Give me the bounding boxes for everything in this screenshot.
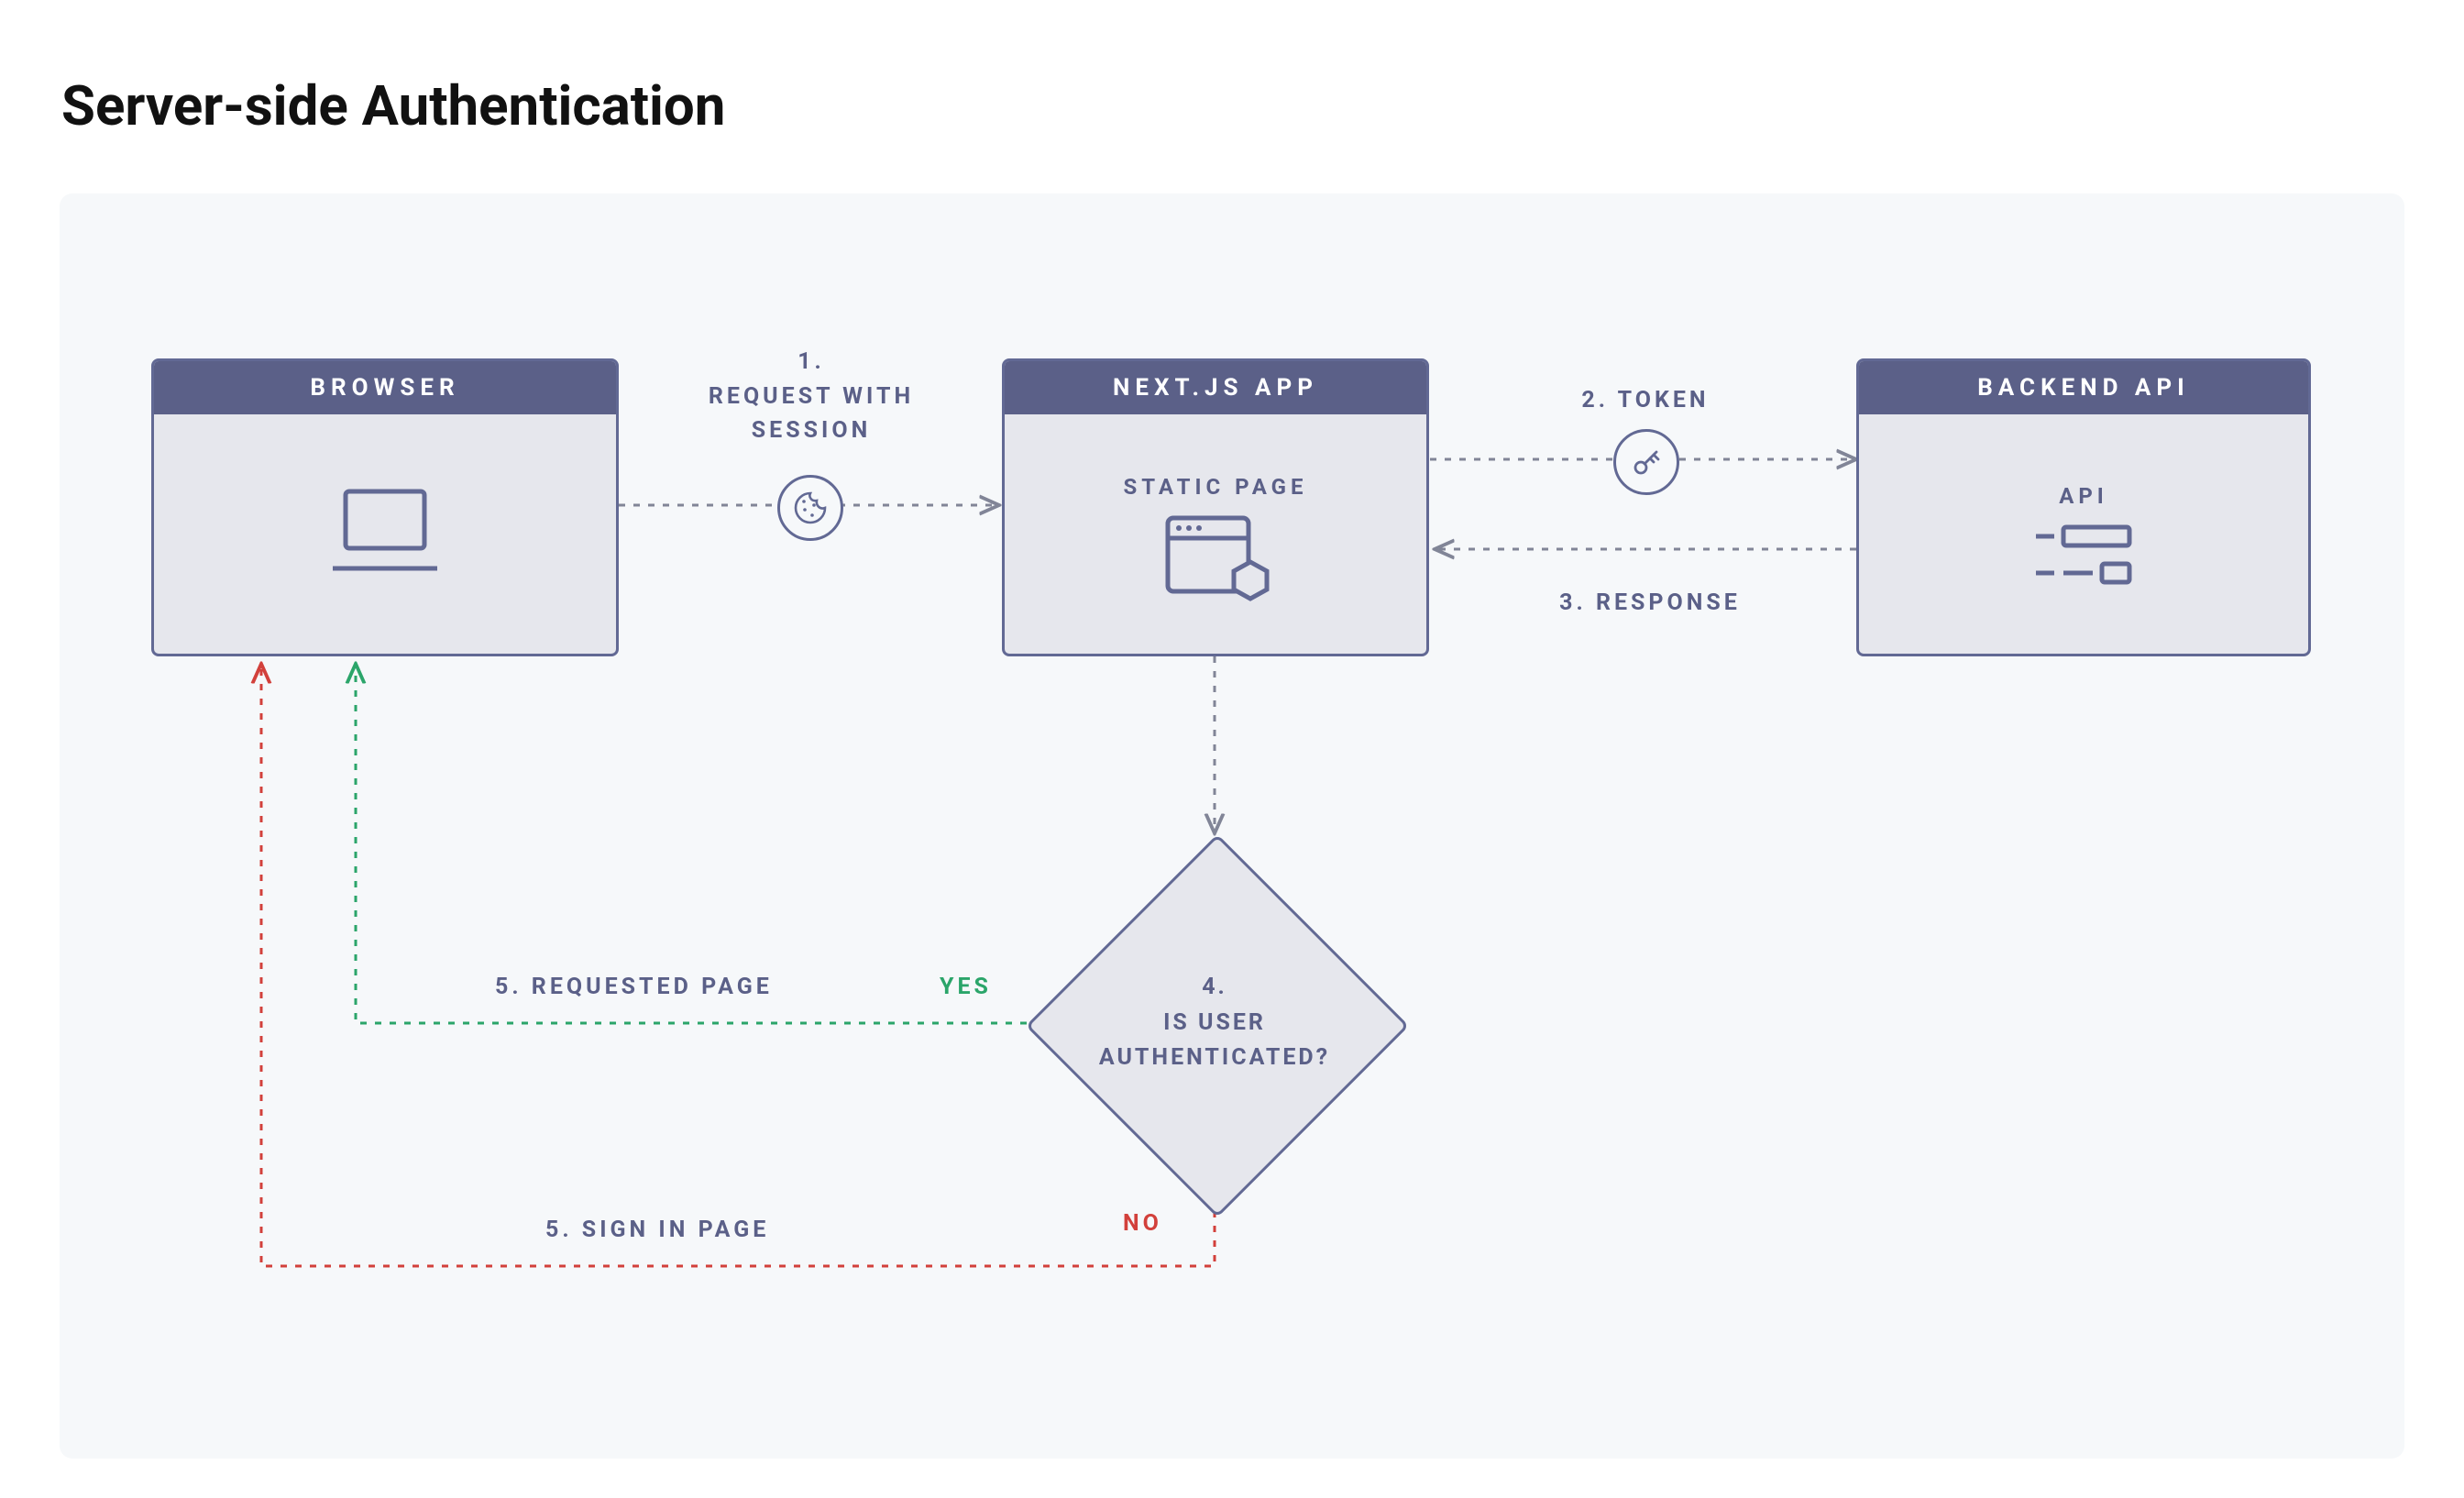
edge-label-1: 1. REQUEST WITH SESSION (646, 345, 976, 448)
page: Server-side Authentication (0, 0, 2464, 1498)
key-icon (1613, 429, 1679, 495)
edge-label-no: NO (1123, 1206, 1162, 1241)
node-browser: BROWSER (151, 358, 619, 656)
decision-line-3: AUTHENTICATED? (1099, 1041, 1330, 1076)
node-nextjs: NEXT.JS APP STATIC PAGE (1002, 358, 1429, 656)
decision-line-1: 4. (1202, 970, 1227, 1006)
node-backend: BACKEND API API (1856, 358, 2311, 656)
diagram-canvas: BROWSER NEXT.JS APP STATIC PAGE (60, 193, 2404, 1459)
edge-label-5b: 5. SIGN IN PAGE (545, 1213, 769, 1248)
node-nextjs-header: NEXT.JS APP (1005, 361, 1426, 414)
node-browser-header: BROWSER (154, 361, 616, 414)
node-decision: 4. IS USER AUTHENTICATED? (1082, 890, 1353, 1162)
node-nextjs-sublabel: STATIC PAGE (1124, 474, 1308, 500)
edge-label-2: 2. TOKEN (1490, 383, 1801, 418)
node-backend-header: BACKEND API (1859, 361, 2308, 414)
page-title: Server-side Authentication (61, 73, 2404, 138)
node-backend-sublabel: API (2059, 483, 2108, 509)
laptop-icon (325, 484, 445, 584)
edge-label-3: 3. RESPONSE (1503, 586, 1797, 621)
edge-label-5a: 5. REQUESTED PAGE (495, 970, 773, 1005)
static-page-icon (1159, 509, 1273, 613)
decision-line-2: IS USER (1163, 1006, 1266, 1041)
api-list-icon (2029, 518, 2139, 604)
edge-label-yes: YES (940, 970, 992, 1005)
cookie-icon (777, 475, 843, 541)
